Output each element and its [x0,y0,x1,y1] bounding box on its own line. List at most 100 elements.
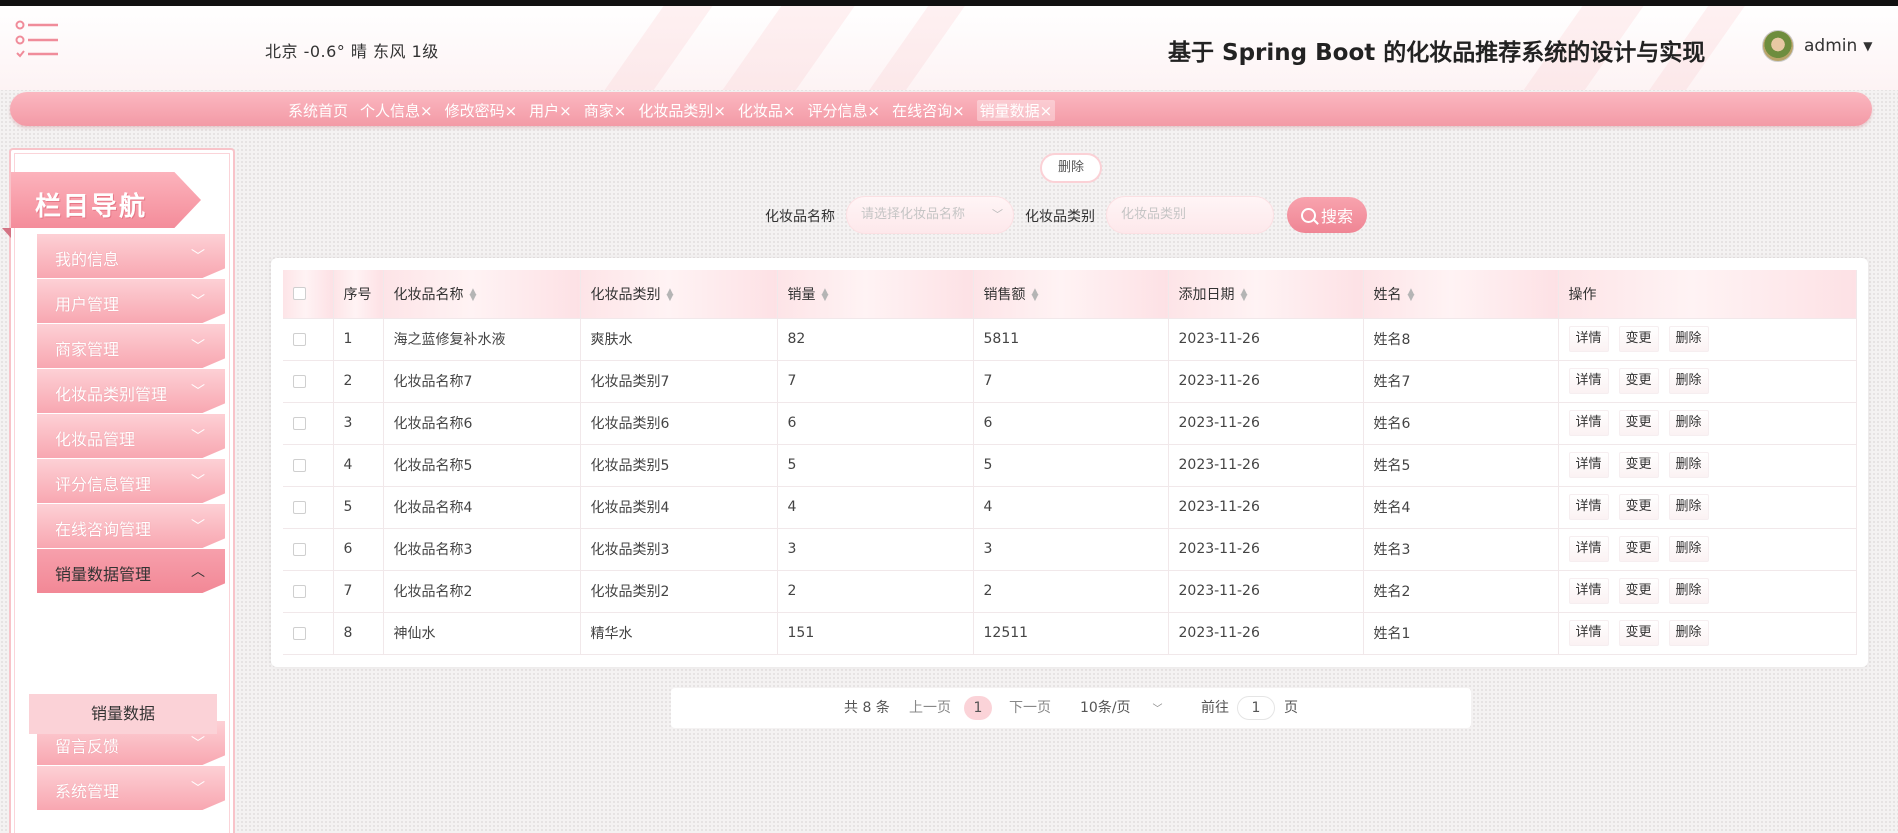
delete-button[interactable]: 删除 [1668,620,1709,646]
sidebar-subitem-sales-data[interactable]: 销量数据 [29,694,217,734]
tab-1[interactable]: 个人信息× [360,100,433,121]
edit-button[interactable]: 变更 [1618,410,1659,436]
sort-icon[interactable]: ▲ ▼ [1408,287,1415,302]
sidebar-item-3[interactable]: 化妆品类别管理 ﹀ [37,369,225,413]
system-title: 基于 Spring Boot 的化妆品推荐系统的设计与实现 [1168,40,1706,66]
detail-button[interactable]: 详情 [1568,536,1609,562]
sidebar-item-2[interactable]: 商家管理 ﹀ [37,324,225,368]
tab-5[interactable]: 化妆品类别× [638,100,726,121]
detail-button[interactable]: 详情 [1568,368,1609,394]
sidebar-item-1[interactable]: 用户管理 ﹀ [37,279,225,323]
row-select-cell[interactable] [283,527,334,570]
tab-8[interactable]: 在线咨询× [892,100,965,121]
col-header-date[interactable]: 添加日期 ▲ ▼ [1168,270,1364,318]
select-all-cell[interactable] [283,270,334,318]
cell-name: 化妆品名称2 [383,569,581,612]
row-select-cell[interactable] [283,443,334,486]
row-checkbox[interactable] [293,374,306,388]
sidebar-item-5[interactable]: 评分信息管理 ﹀ [37,459,225,503]
pagination-next[interactable]: 下一页 [1009,688,1051,728]
detail-button[interactable]: 详情 [1568,578,1609,604]
search-button[interactable]: 搜索 [1287,197,1367,233]
row-checkbox[interactable] [293,584,306,598]
sort-icon[interactable]: ▲ ▼ [470,287,477,302]
row-checkbox[interactable] [293,626,306,640]
row-select-cell[interactable] [283,401,334,444]
user-menu[interactable]: admin ▼ [1762,30,1873,62]
edit-button[interactable]: 变更 [1618,620,1659,646]
category-filter-input[interactable]: 化妆品类别 [1106,196,1274,234]
delete-button[interactable]: 删除 [1668,578,1709,604]
row-select-cell[interactable] [283,569,334,612]
delete-button[interactable]: 删除 [1668,326,1709,352]
row-select-cell[interactable] [283,485,334,528]
sort-icon[interactable]: ▲ ▼ [1241,287,1248,302]
cell-amount: 4 [973,485,1169,528]
detail-button[interactable]: 详情 [1568,452,1609,478]
delete-button[interactable]: 删除 [1668,410,1709,436]
table-row[interactable]: 4 化妆品名称5 化妆品类别5 5 5 2023-11-26 姓名5 详情 变更 删除 [283,443,1857,486]
name-filter-select[interactable]: 请选择化妆品名称 ﹀ [846,196,1014,234]
select-all-checkbox[interactable] [293,287,306,301]
col-header-category[interactable]: 化妆品类别 ▲ ▼ [580,270,778,318]
table-row[interactable]: 1 海之蓝修复补水液 爽肤水 82 5811 2023-11-26 姓名8 详情 变更 删除 [283,317,1857,360]
cell-amount: 6 [973,401,1169,444]
sort-icon[interactable]: ▲ ▼ [822,287,829,302]
delete-button[interactable]: 删除 [1668,368,1709,394]
pagination-page-size[interactable]: 10条/页 ﹀ [1080,688,1163,730]
detail-button[interactable]: 详情 [1568,494,1609,520]
sort-icon[interactable]: ▲ ▼ [667,287,674,302]
pagination-page-1[interactable]: 1 [964,696,992,720]
col-header-amount[interactable]: 销售额 ▲ ▼ [973,270,1169,318]
detail-button[interactable]: 详情 [1568,326,1609,352]
cell-no: 6 [333,527,384,570]
table-row[interactable]: 5 化妆品名称4 化妆品类别4 4 4 2023-11-26 姓名4 详情 变更 删除 [283,485,1857,528]
col-header-person[interactable]: 姓名 ▲ ▼ [1363,270,1559,318]
sort-icon[interactable]: ▲ ▼ [1032,287,1039,302]
tab-3[interactable]: 用户× [529,100,572,121]
row-select-cell[interactable] [283,317,334,360]
table-row[interactable]: 8 神仙水 精华水 151 12511 2023-11-26 姓名1 详情 变更 删除 [283,611,1857,655]
edit-button[interactable]: 变更 [1618,452,1659,478]
col-header-sales[interactable]: 销量 ▲ ▼ [777,270,974,318]
detail-button[interactable]: 详情 [1568,620,1609,646]
edit-button[interactable]: 变更 [1618,494,1659,520]
pagination-prev[interactable]: 上一页 [909,688,951,728]
row-checkbox[interactable] [293,542,306,556]
row-checkbox[interactable] [293,332,306,346]
edit-button[interactable]: 变更 [1618,536,1659,562]
col-header-name[interactable]: 化妆品名称 ▲ ▼ [383,270,581,318]
row-select-cell[interactable] [283,611,334,655]
row-checkbox[interactable] [293,458,306,472]
tab-7[interactable]: 评分信息× [807,100,880,121]
tab-4[interactable]: 商家× [584,100,627,121]
row-checkbox[interactable] [293,416,306,430]
delete-button[interactable]: 删除 [1668,452,1709,478]
table-row[interactable]: 2 化妆品名称7 化妆品类别7 7 7 2023-11-26 姓名7 详情 变更 删除 [283,359,1857,402]
table-row[interactable]: 6 化妆品名称3 化妆品类别3 3 3 2023-11-26 姓名3 详情 变更 删除 [283,527,1857,570]
edit-button[interactable]: 变更 [1618,368,1659,394]
tab-6[interactable]: 化妆品× [738,100,796,121]
detail-button[interactable]: 详情 [1568,410,1609,436]
table-row[interactable]: 3 化妆品名称6 化妆品类别6 6 6 2023-11-26 姓名6 详情 变更 删除 [283,401,1857,444]
edit-button[interactable]: 变更 [1618,326,1659,352]
cell-ops: 详情 变更 删除 [1558,443,1857,486]
delete-button[interactable]: 删除 [1668,494,1709,520]
sidebar-item-9[interactable]: 系统管理 ﹀ [37,766,225,810]
tab-9[interactable]: 销量数据× [976,100,1056,121]
table-row[interactable]: 7 化妆品名称2 化妆品类别2 2 2 2023-11-26 姓名2 详情 变更 删除 [283,569,1857,612]
menu-icon[interactable] [14,20,60,60]
row-select-cell[interactable] [283,359,334,402]
pagination-goto-input[interactable]: 1 [1237,696,1275,720]
row-checkbox[interactable] [293,500,306,514]
sidebar-item-6[interactable]: 在线咨询管理 ﹀ [37,504,225,548]
delete-button[interactable]: 删除 [1668,536,1709,562]
edit-button[interactable]: 变更 [1618,578,1659,604]
sidebar-item-4[interactable]: 化妆品管理 ﹀ [37,414,225,458]
tab-2[interactable]: 修改密码× [445,100,518,121]
batch-delete-button[interactable]: 删除 [1040,153,1102,183]
tab-0[interactable]: 系统首页 [288,100,348,121]
sidebar-item-0[interactable]: 我的信息 ﹀ [37,234,225,278]
cell-name: 化妆品名称3 [383,527,581,570]
sidebar-item-7[interactable]: 销量数据管理 ︿ [37,549,225,593]
